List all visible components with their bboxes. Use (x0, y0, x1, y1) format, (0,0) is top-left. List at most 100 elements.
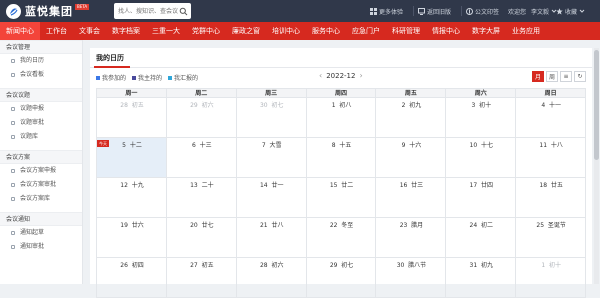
calendar-day[interactable]: 23 腊月 (376, 218, 447, 257)
day-label: 10 十七 (446, 140, 516, 149)
more-systems-link[interactable]: 更多体验 (370, 0, 403, 22)
day-number: 26 (120, 262, 128, 269)
nav-item[interactable]: 新闻中心 (0, 22, 40, 40)
sidebar-section-title[interactable]: 会议通知 (0, 212, 82, 226)
calendar-day[interactable]: 28 初六 (237, 258, 307, 297)
calendar-day[interactable]: 1 初十 (516, 258, 587, 297)
sidebar-item[interactable]: 通知审批 (0, 240, 82, 254)
search-icon[interactable] (175, 3, 191, 19)
lunar-date: 十七 (481, 142, 494, 149)
calendar-day[interactable]: 7 大雪 (237, 138, 307, 177)
calendar-day[interactable]: 30 腊八节 (376, 258, 447, 297)
refresh-button[interactable]: ↻ (574, 71, 586, 82)
calendar-day[interactable]: 20 廿七 (167, 218, 237, 257)
official-docs-link[interactable]: 公文印签 (466, 0, 499, 22)
calendar-day[interactable]: 6 十三 (167, 138, 237, 177)
month-view-button[interactable]: 月 (532, 71, 544, 82)
sidebar-item[interactable]: 通知起草 (0, 226, 82, 240)
calendar-day[interactable]: 18 廿五 (516, 178, 587, 217)
calendar-day[interactable]: 4 十一 (516, 98, 587, 137)
user-menu[interactable]: 李文毅 (531, 0, 559, 22)
calendar-day[interactable]: 26 初四 (97, 258, 167, 297)
calendar-day[interactable]: 13 二十 (167, 178, 237, 217)
calendar-day[interactable]: 27 初五 (167, 258, 237, 297)
day-label: 11 十八 (516, 140, 586, 149)
calendar-day[interactable]: 29 初六 (167, 98, 237, 137)
sidebar-section-title[interactable]: 会议管理 (0, 40, 82, 54)
day-number: 25 (536, 222, 545, 229)
logo[interactable]: 蓝悦集团 BETA (6, 3, 90, 19)
sidebar-item[interactable]: 议题库 (0, 130, 82, 144)
calendar-day[interactable]: 2 初九 (376, 98, 447, 137)
nav-item[interactable]: 情报中心 (426, 22, 466, 40)
week-view-button[interactable]: 周 (546, 71, 558, 82)
calendar-day[interactable]: 29 初七 (307, 258, 377, 297)
lunar-date: 十三 (199, 142, 212, 149)
calendar-day[interactable]: 9 十六 (376, 138, 447, 177)
sidebar-item[interactable]: 我的日历 (0, 54, 82, 68)
nav-item[interactable]: 培训中心 (266, 22, 306, 40)
sidebar-section-title[interactable]: 会议议题 (0, 88, 82, 102)
lunar-date: 初七 (341, 262, 354, 269)
weekday-label: 周六 (446, 89, 517, 98)
calendar-day[interactable]: 19 廿六 (97, 218, 167, 257)
legend-item: 我主持的 (132, 73, 162, 82)
day-label: 22 冬至 (307, 220, 377, 229)
nav-item[interactable]: 业务应用 (506, 22, 546, 40)
nav-item[interactable]: 党群中心 (186, 22, 226, 40)
lunar-date: 腊八节 (408, 262, 427, 269)
calendar-day[interactable]: 15 廿二 (307, 178, 377, 217)
day-label: 14 廿一 (237, 180, 307, 189)
day-label: 1 初十 (516, 260, 586, 269)
lunar-date: 二十 (201, 182, 214, 189)
nav-item[interactable]: 数字档案 (106, 22, 146, 40)
nav-item[interactable]: 服务中心 (306, 22, 346, 40)
calendar-day[interactable]: 12 十九 (97, 178, 167, 217)
day-number: 28 (259, 262, 268, 269)
calendar-day[interactable]: 10 十七 (446, 138, 517, 177)
prev-month-button[interactable]: ‹ (315, 71, 326, 80)
calendar-day[interactable]: 11 十八 (516, 138, 587, 177)
nav-item[interactable]: 科研管理 (386, 22, 426, 40)
calendar-day[interactable]: 1 初八 (307, 98, 377, 137)
day-label: 17 廿四 (446, 180, 516, 189)
sidebar-item[interactable]: 会议方案库 (0, 192, 82, 206)
nav-item[interactable]: 数字大屏 (466, 22, 506, 40)
day-label: 27 初五 (167, 260, 237, 269)
calendar-day[interactable]: 17 廿四 (446, 178, 517, 217)
sidebar-item[interactable]: 会议方案审批 (0, 178, 82, 192)
calendar-day[interactable]: 31 初九 (446, 258, 517, 297)
scrollbar[interactable] (594, 48, 599, 284)
scrollbar-thumb[interactable] (594, 50, 599, 160)
next-month-button[interactable]: › (355, 71, 366, 80)
calendar-day[interactable]: 16 廿三 (376, 178, 447, 217)
day-label: 4 十一 (516, 100, 586, 109)
nav-item[interactable]: 廉政之窗 (226, 22, 266, 40)
list-view-button[interactable]: ≡ (560, 71, 572, 82)
sidebar-item[interactable]: 议题申报 (0, 102, 82, 116)
sidebar-section-title[interactable]: 会议方案 (0, 150, 82, 164)
calendar-day[interactable]: 8 十五 (307, 138, 377, 177)
logo-badge: BETA (75, 3, 90, 10)
calendar-day[interactable]: 21 廿八 (237, 218, 307, 257)
calendar-day[interactable]: 22 冬至 (307, 218, 377, 257)
nav-item[interactable]: 应急门户 (346, 22, 386, 40)
calendar-day[interactable]: 25 圣诞节 (516, 218, 587, 257)
nav-item[interactable]: 文事会 (73, 22, 106, 40)
sidebar-item[interactable]: 议题审批 (0, 116, 82, 130)
calendar-day[interactable]: 3 初十 (446, 98, 517, 137)
notice-link[interactable]: 返回旧版 (418, 0, 451, 22)
calendar-day[interactable]: 14 廿一 (237, 178, 307, 217)
menu-bullet-icon (11, 135, 15, 139)
sidebar-item[interactable]: 会议方案申报 (0, 164, 82, 178)
calendar-day[interactable]: 28 初五 (97, 98, 167, 137)
favorites-menu[interactable]: 收藏 (556, 0, 587, 22)
weekday-label: 周四 (307, 89, 377, 98)
day-label: 19 廿六 (97, 220, 167, 229)
nav-item[interactable]: 工作台 (40, 22, 73, 40)
sidebar-item[interactable]: 会议看板 (0, 68, 82, 82)
calendar-day[interactable]: 30 初七 (237, 98, 307, 137)
calendar-day-today[interactable]: 今天 5 十二 (97, 138, 167, 177)
nav-item[interactable]: 三重一大 (146, 22, 186, 40)
calendar-day[interactable]: 24 初二 (446, 218, 517, 257)
